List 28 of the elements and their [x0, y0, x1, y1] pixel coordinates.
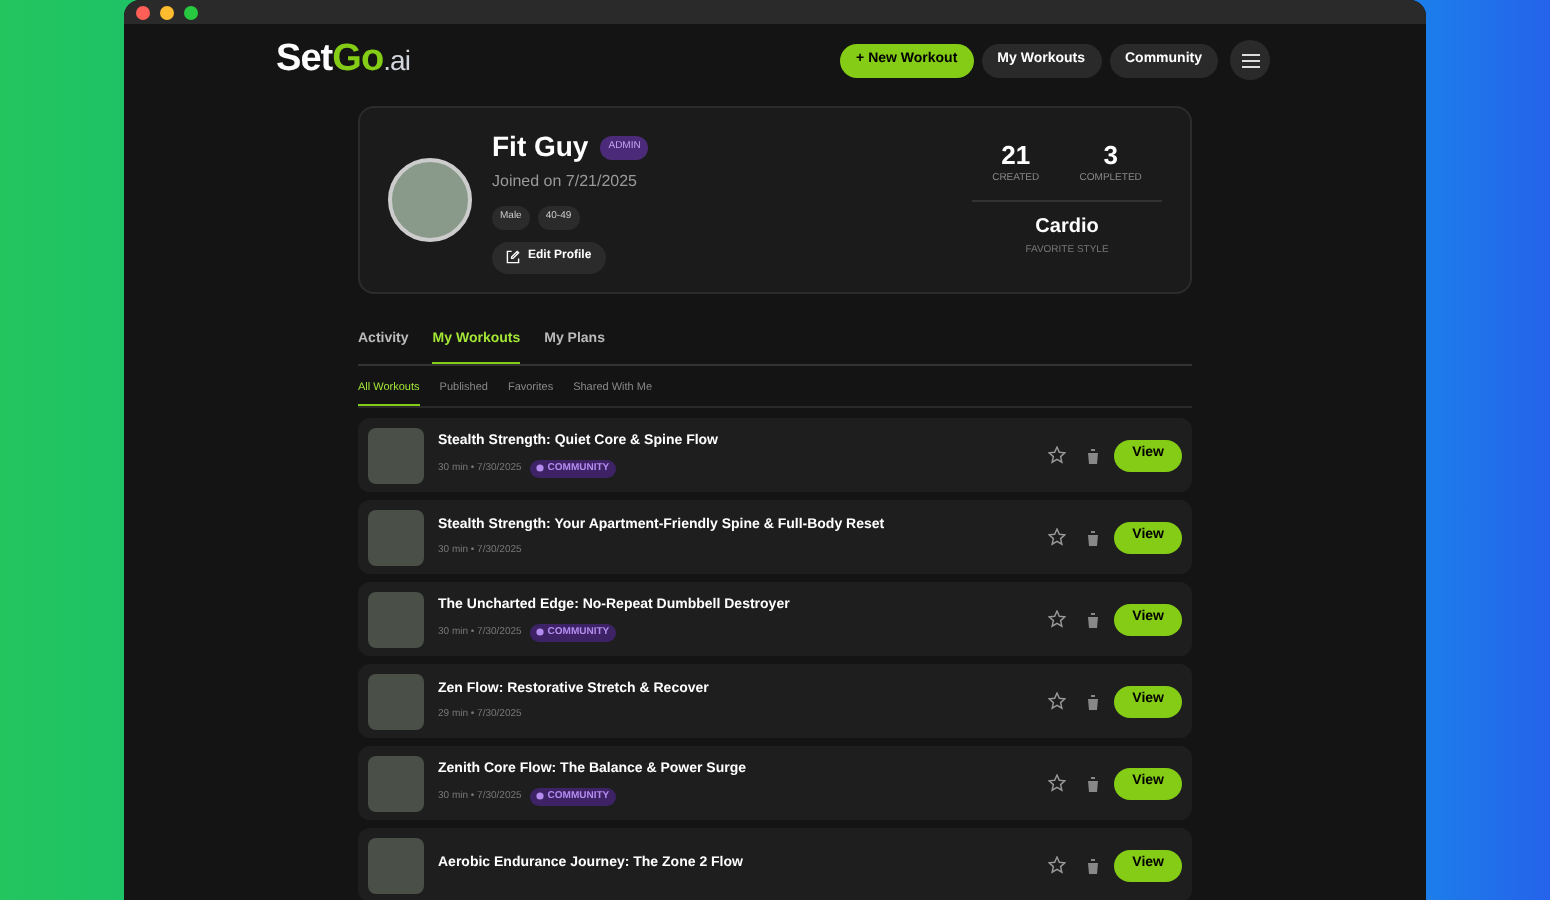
star-icon[interactable] [1048, 446, 1067, 464]
photo-placeholder [368, 591, 424, 647]
trash-icon[interactable] [1086, 693, 1101, 709]
photo-placeholder [368, 755, 424, 811]
trash-icon[interactable] [1086, 529, 1101, 545]
photo-placeholder [368, 509, 424, 565]
star-icon[interactable] [1048, 856, 1067, 874]
stat-value: 3 [1103, 142, 1118, 168]
trash-icon[interactable] [1086, 775, 1101, 791]
photo-placeholder [368, 427, 424, 483]
star-icon[interactable] [1048, 774, 1067, 792]
star-icon[interactable] [1048, 528, 1067, 546]
star-icon[interactable] [1048, 692, 1067, 710]
stat-value: 21 [1001, 142, 1031, 168]
profile-name: Fit Guy [492, 128, 589, 167]
trash-icon[interactable] [1086, 611, 1101, 627]
photo-placeholder [368, 837, 424, 893]
edit-icon [506, 250, 520, 265]
favorite-style-value: Cardio [1035, 213, 1099, 241]
logo[interactable]: SetGo.ai [276, 31, 410, 89]
star-icon[interactable] [1048, 610, 1067, 628]
trash-icon[interactable] [1086, 447, 1101, 463]
joined-date: Joined on 7/21/2025 [492, 170, 640, 195]
menu-button[interactable] [1230, 40, 1270, 80]
menu-icon [1241, 53, 1259, 67]
avatar-placeholder [388, 158, 472, 242]
trash-icon[interactable] [1086, 857, 1101, 873]
photo-placeholder [368, 673, 424, 729]
